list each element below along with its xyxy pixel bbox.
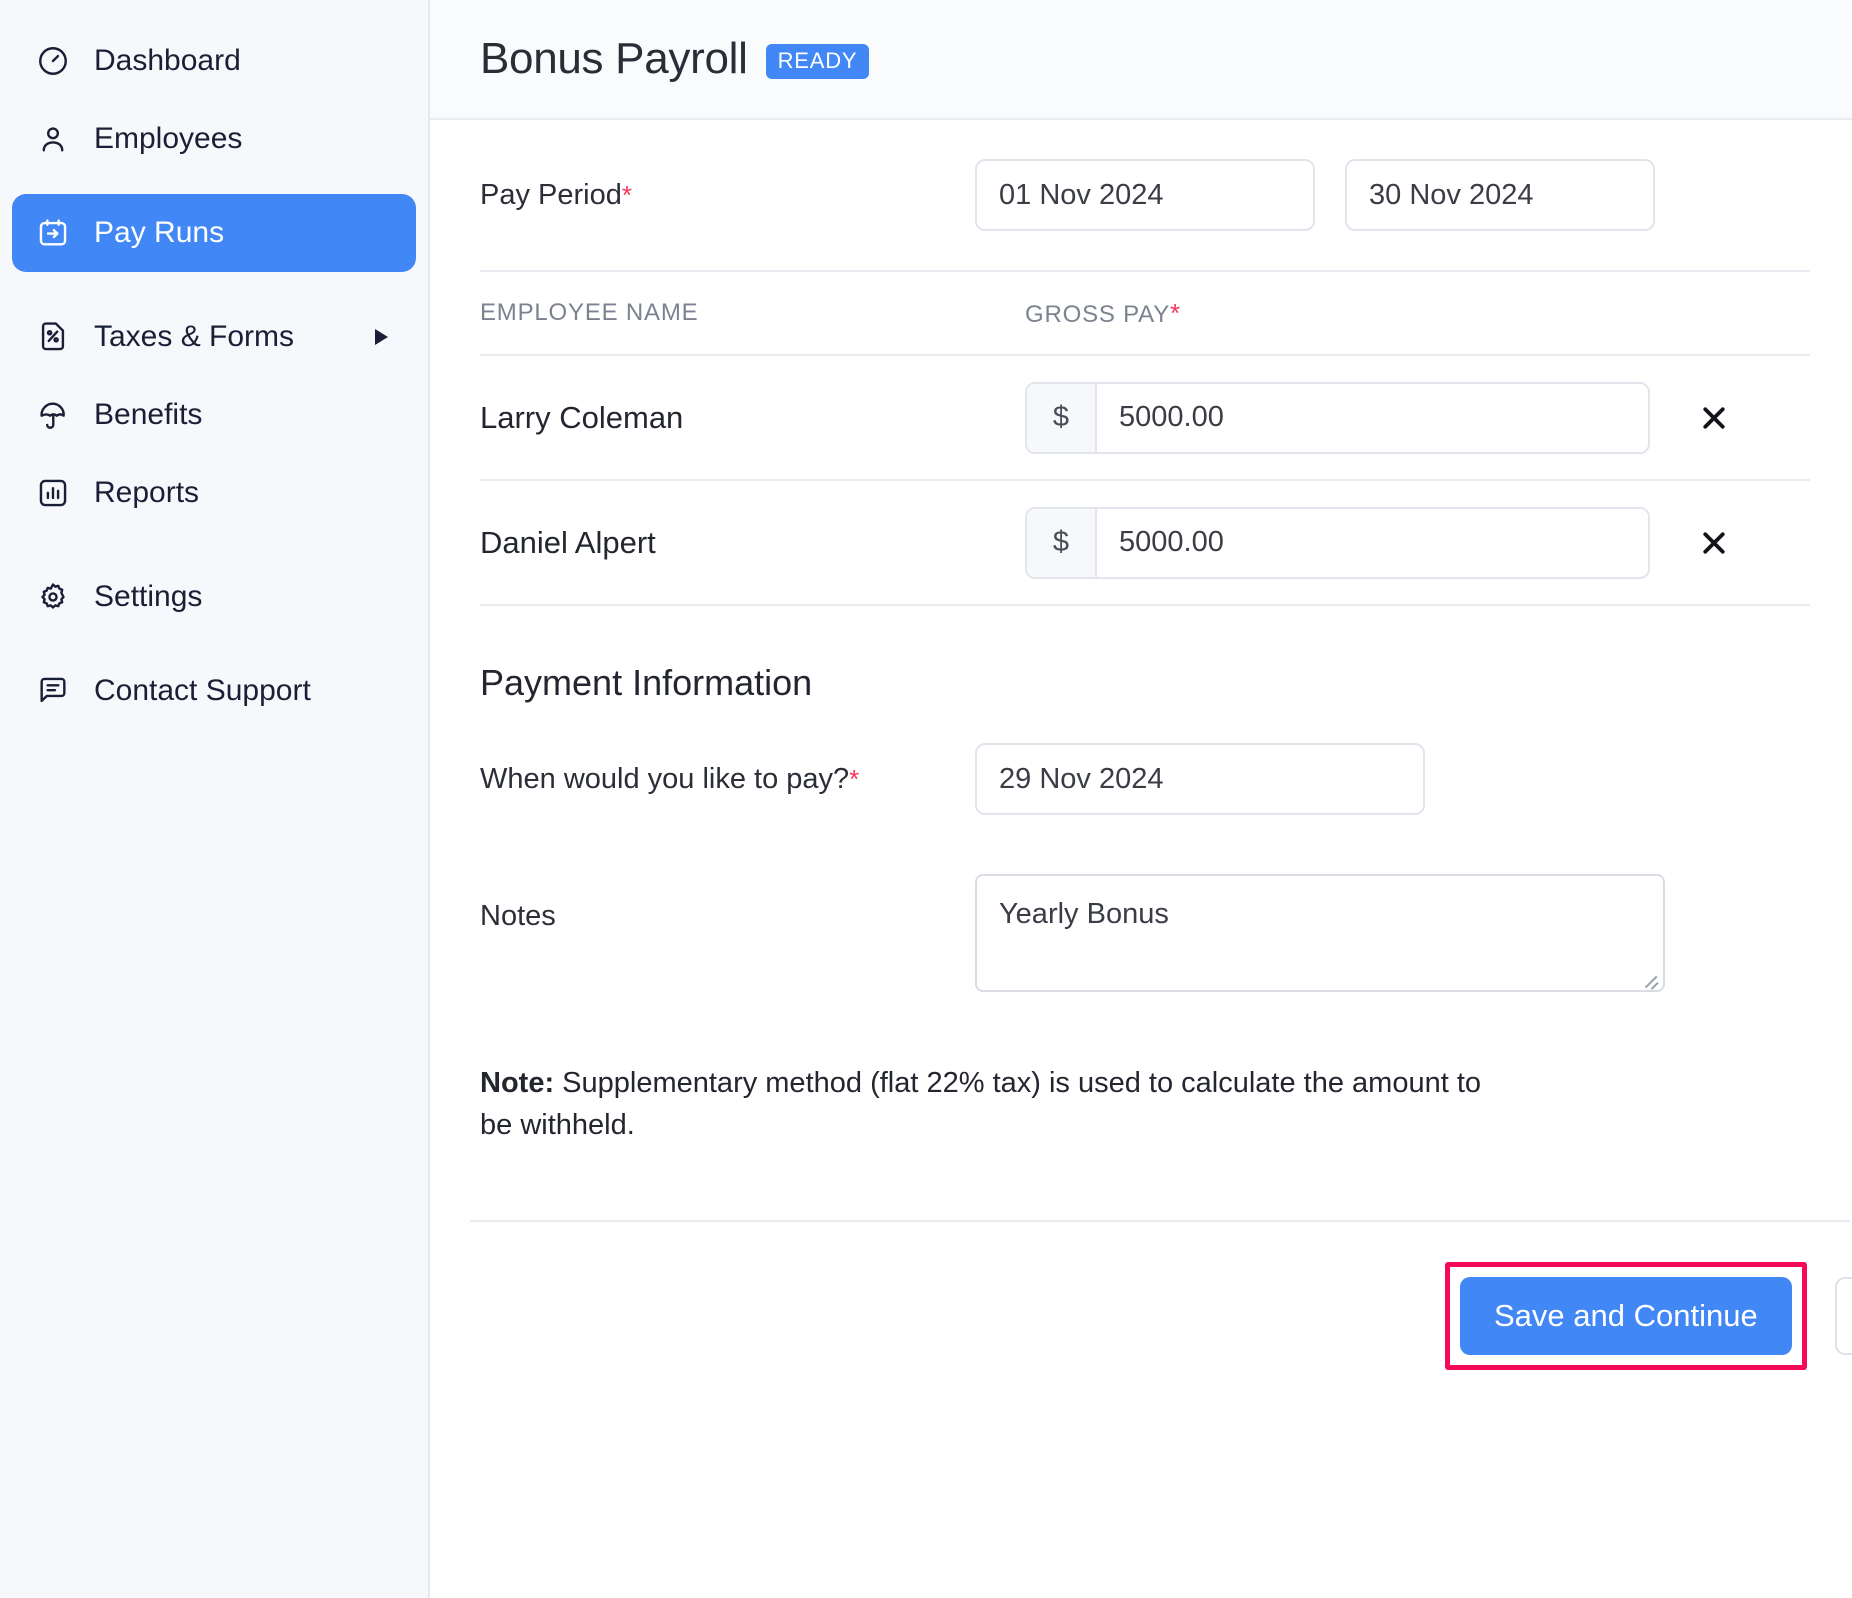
table-row: Daniel Alpert $ 5000.00 — [430, 481, 1852, 604]
table-row: Larry Coleman $ 5000.00 — [430, 356, 1852, 479]
highlight-annotation: Save and Continue — [1445, 1262, 1807, 1370]
sidebar-spacer — [0, 532, 428, 558]
required-asterisk: * — [849, 764, 859, 794]
notes-value: Yearly Bonus — [999, 898, 1169, 930]
column-header-employee-name: EMPLOYEE NAME — [480, 299, 1025, 327]
notes-row: Notes Yearly Bonus — [430, 854, 1852, 992]
remove-employee-button[interactable] — [1692, 396, 1736, 440]
sidebar-item-label: Employees — [94, 124, 242, 154]
footer-actions: Save and Continue Save Draft — [430, 1222, 1852, 1370]
column-header-gross-pay: GROSS PAY* — [1025, 298, 1181, 329]
sidebar-item-pay-runs[interactable]: Pay Runs — [12, 194, 416, 272]
pay-run-calendar-icon — [34, 214, 72, 252]
employee-table-header: EMPLOYEE NAME GROSS PAY* — [430, 272, 1852, 354]
sidebar-item-label: Dashboard — [94, 46, 241, 76]
sidebar-item-dashboard[interactable]: Dashboard — [12, 22, 416, 100]
sidebar-spacer — [0, 636, 428, 652]
pay-period-end-input[interactable]: 30 Nov 2024 — [1345, 159, 1655, 231]
sidebar-spacer — [0, 272, 428, 298]
sidebar-item-label: Reports — [94, 478, 199, 508]
person-icon — [34, 120, 72, 158]
gross-pay-input[interactable]: 5000.00 — [1097, 384, 1648, 452]
sidebar-item-label: Contact Support — [94, 676, 311, 706]
gross-pay-field[interactable]: $ 5000.00 — [1025, 382, 1650, 454]
save-and-continue-button[interactable]: Save and Continue — [1460, 1277, 1792, 1355]
resize-handle-icon[interactable] — [1641, 969, 1659, 987]
sidebar: Dashboard Employees Pay Runs — [0, 0, 430, 1598]
notes-textarea[interactable]: Yearly Bonus — [975, 874, 1665, 992]
umbrella-icon — [34, 396, 72, 434]
payment-information-title: Payment Information — [430, 606, 1852, 704]
percent-document-icon — [34, 318, 72, 356]
gross-pay-input[interactable]: 5000.00 — [1097, 509, 1648, 577]
note-prefix: Note: — [480, 1067, 554, 1099]
remove-employee-button[interactable] — [1692, 521, 1736, 565]
chevron-right-icon — [375, 329, 388, 345]
currency-prefix: $ — [1027, 509, 1097, 577]
pay-date-label-text: When would you like to pay? — [480, 763, 849, 795]
dashboard-gauge-icon — [34, 42, 72, 80]
note-body: Supplementary method (flat 22% tax) is u… — [480, 1067, 1481, 1141]
sidebar-item-reports[interactable]: Reports — [12, 454, 416, 532]
app-root: Dashboard Employees Pay Runs — [0, 0, 1852, 1598]
page-header: Bonus Payroll READY — [430, 0, 1852, 120]
employee-name: Larry Coleman — [480, 400, 1025, 436]
column-header-gross-pay-text: GROSS PAY — [1025, 301, 1170, 328]
sidebar-item-label: Benefits — [94, 400, 202, 430]
save-draft-button[interactable]: Save Draft — [1835, 1277, 1852, 1355]
pay-period-label-text: Pay Period — [480, 179, 622, 211]
page-title: Bonus Payroll — [480, 34, 748, 84]
bar-chart-icon — [34, 474, 72, 512]
status-badge: READY — [766, 44, 870, 79]
pay-period-start-input[interactable]: 01 Nov 2024 — [975, 159, 1315, 231]
pay-date-row: When would you like to pay?* 29 Nov 2024 — [430, 704, 1852, 854]
close-x-icon — [1699, 528, 1729, 558]
sidebar-item-label: Taxes & Forms — [94, 322, 294, 352]
notes-label: Notes — [480, 874, 975, 933]
sidebar-spacer — [0, 178, 428, 194]
sidebar-item-label: Settings — [94, 582, 202, 612]
pay-period-label: Pay Period* — [480, 179, 975, 212]
sidebar-item-label: Pay Runs — [94, 218, 224, 248]
gear-icon — [34, 578, 72, 616]
currency-prefix: $ — [1027, 384, 1097, 452]
sidebar-item-taxes-and-forms[interactable]: Taxes & Forms — [12, 298, 416, 376]
pay-period-row: Pay Period* 01 Nov 2024 30 Nov 2024 — [430, 120, 1852, 270]
gross-pay-field[interactable]: $ 5000.00 — [1025, 507, 1650, 579]
sidebar-item-contact-support[interactable]: Contact Support — [12, 652, 416, 730]
close-x-icon — [1699, 403, 1729, 433]
sidebar-item-benefits[interactable]: Benefits — [12, 376, 416, 454]
main-content: Bonus Payroll READY Pay Period* 01 Nov 2… — [430, 0, 1852, 1598]
sidebar-item-employees[interactable]: Employees — [12, 100, 416, 178]
pay-date-input[interactable]: 29 Nov 2024 — [975, 743, 1425, 815]
sidebar-item-settings[interactable]: Settings — [12, 558, 416, 636]
required-asterisk: * — [1170, 298, 1181, 328]
pay-date-label: When would you like to pay?* — [480, 763, 975, 796]
chat-bubble-icon — [34, 672, 72, 710]
supplementary-note: Note: Supplementary method (flat 22% tax… — [430, 992, 1570, 1146]
required-asterisk: * — [622, 180, 632, 210]
employee-name: Daniel Alpert — [480, 525, 1025, 561]
